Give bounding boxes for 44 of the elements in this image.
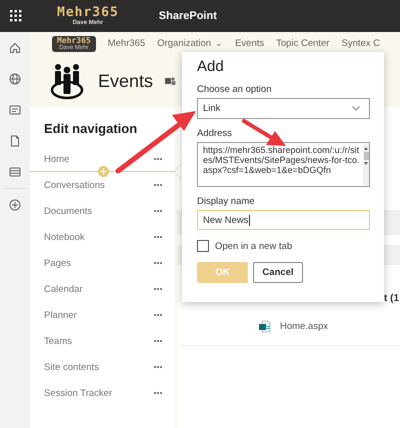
nav-link[interactable]: Teams: [44, 336, 72, 346]
scrollbar[interactable]: [363, 144, 369, 186]
file-name[interactable]: Home.aspx: [280, 321, 328, 332]
app-launcher-icon[interactable]: [10, 10, 22, 22]
option-dropdown[interactable]: Link: [197, 98, 370, 119]
cancel-button[interactable]: Cancel: [253, 262, 303, 283]
address-field[interactable]: https://mehr365.sharepoint.com/:u:/r/sites/MSTEvents/SitePages/news-for-tco.aspx?csf=1&web=1&e=bDGQfn: [197, 142, 370, 187]
people-logo-icon: [50, 62, 84, 100]
globe-icon[interactable]: [9, 73, 21, 85]
checkbox[interactable]: [197, 240, 209, 252]
field-label: Choose an option: [197, 84, 272, 95]
teams-icon: [165, 76, 176, 86]
dialog-title: Add: [197, 58, 225, 75]
nav-link[interactable]: Session Tracker: [44, 388, 112, 398]
arrow: [242, 119, 286, 146]
panel-title: Edit navigation: [43, 121, 138, 136]
hub-nav-link[interactable]: Syntex C: [341, 38, 380, 49]
nav-link[interactable]: Notebook: [44, 232, 85, 242]
home-icon[interactable]: [9, 42, 21, 54]
chevron-down-icon: [352, 106, 360, 111]
brand-logo[interactable]: Mehr365: [57, 6, 119, 19]
nav-link[interactable]: Conversations: [44, 180, 105, 190]
nav-link[interactable]: Site contents: [44, 362, 99, 372]
site-title[interactable]: Events: [98, 70, 154, 92]
app-name[interactable]: SharePoint: [158, 10, 217, 22]
hub-nav-link[interactable]: Mehr365: [108, 38, 146, 49]
add-icon[interactable]: [9, 199, 21, 211]
nav-link[interactable]: Pages: [44, 258, 71, 268]
display-name-field[interactable]: New News: [197, 210, 370, 230]
field-label: Display name: [197, 196, 256, 207]
nav-link[interactable]: Documents: [44, 206, 92, 216]
document-icon[interactable]: [9, 135, 21, 147]
list-icon[interactable]: [9, 166, 21, 178]
news-icon[interactable]: [9, 104, 21, 116]
page-file-icon: [258, 320, 271, 333]
hub-nav-link[interactable]: Organization ⌄: [157, 38, 224, 49]
checkbox-label[interactable]: Open in a new tab: [215, 240, 292, 252]
hub-nav-link[interactable]: Events: [235, 38, 264, 49]
column-header: t (1: [384, 293, 399, 304]
hub-nav-link[interactable]: Topic Center: [276, 38, 330, 49]
field-label: Address: [197, 128, 232, 139]
nav-link[interactable]: Planner: [44, 310, 77, 320]
nav-link[interactable]: Home: [44, 154, 70, 164]
nav-link[interactable]: Calendar: [44, 284, 83, 294]
